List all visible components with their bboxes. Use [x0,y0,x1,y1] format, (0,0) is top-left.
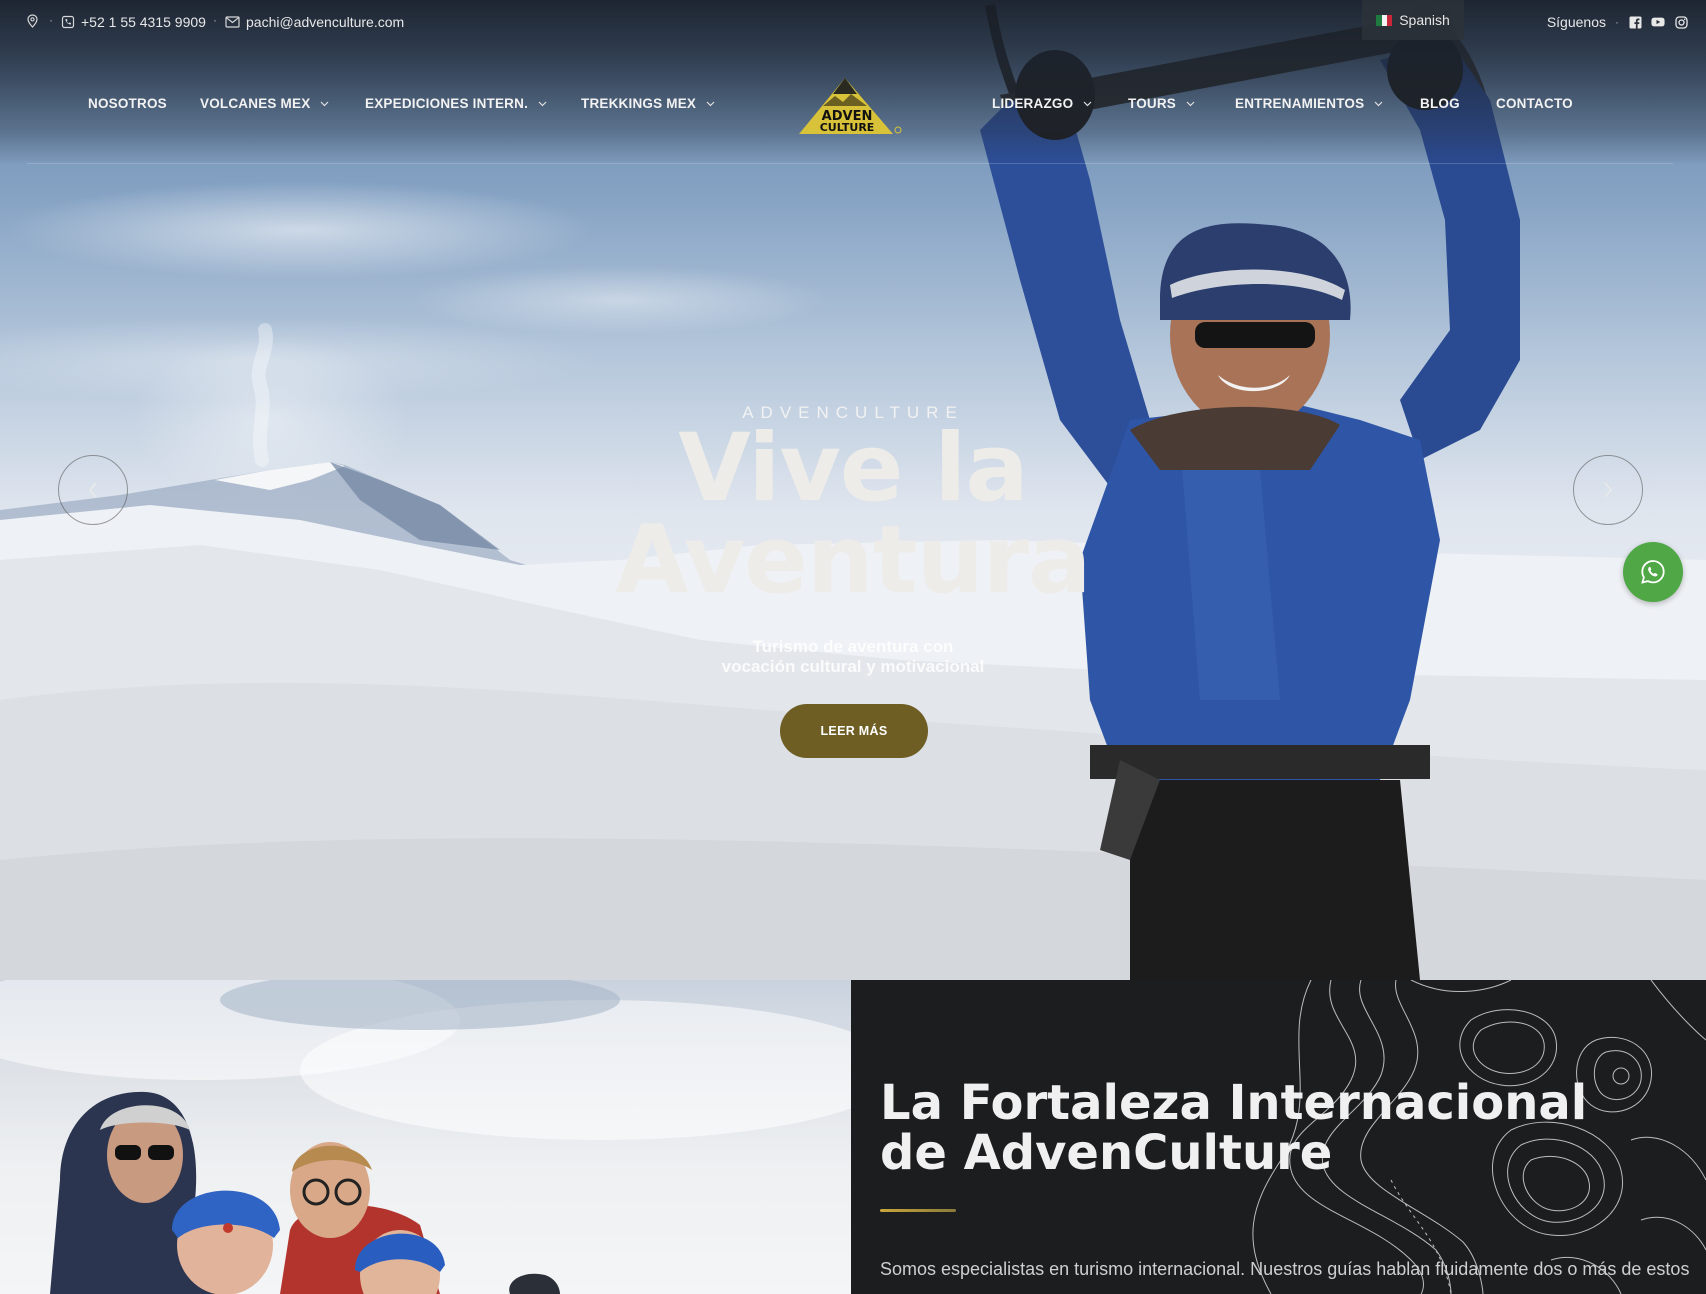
nav-item-nosotros[interactable]: NOSOTROS [88,96,167,111]
hero-subtitle: Turismo de aventura con vocación cultura… [653,637,1053,677]
title-underline [880,1209,956,1212]
nav-item-contacto[interactable]: CONTACTO [1496,96,1573,111]
nav-divider [27,163,1673,164]
instagram-icon[interactable] [1674,15,1688,29]
language-label: Spanish [1399,12,1450,28]
nav-label: EXPEDICIONES INTERN. [365,96,529,111]
slider-prev-button[interactable] [58,455,128,525]
chevron-down-icon [1374,101,1383,106]
headline-line-2: Aventura [615,506,1092,615]
mail-icon [225,16,240,28]
nav-item-entrenamientos[interactable]: ENTRENAMIENTOS [1235,96,1383,111]
separator-dot: · [213,13,217,27]
nav-label: TREKKINGS MEX [581,96,697,111]
top-bar: · +52 1 55 4315 9909 · pachi@advencultur… [0,0,1706,45]
subtitle-line-1: Turismo de aventura con [752,637,954,656]
nav-item-tours[interactable]: TOURS [1128,96,1195,111]
nav-item-trekkings-mex[interactable]: TREKKINGS MEX [581,96,715,111]
whatsapp-icon [1641,560,1665,584]
whatsapp-button[interactable] [1623,542,1683,602]
nav-label: BLOG [1420,96,1460,111]
phone-number: +52 1 55 4315 9909 [81,14,206,30]
phone-icon [61,15,75,29]
nav-item-volcanes-mex[interactable]: VOLCANES MEX [200,96,329,111]
about-text: Somos especialistas en turismo internaci… [880,1259,1690,1279]
chevron-right-icon [1604,482,1612,498]
hero-headline: Vive la Aventura [553,422,1153,608]
nav-label: CONTACTO [1496,96,1573,111]
mexico-flag-icon [1376,14,1393,26]
page: BlueWater · +52 1 55 4315 9909 · pachi@a… [0,0,1706,1294]
language-selector[interactable]: Spanish [1362,0,1464,40]
separator-dot: · [49,13,53,27]
chevron-down-icon [320,101,329,106]
nav-label: NOSOTROS [88,96,167,111]
social-links: Síguenos · [1547,14,1706,30]
youtube-icon[interactable] [1651,15,1665,29]
chevron-down-icon [1186,101,1195,106]
nav-label: ENTRENAMIENTOS [1235,96,1365,111]
chevron-down-icon [538,101,547,106]
location-icon[interactable] [26,14,39,28]
email-contact[interactable]: pachi@advenculture.com [225,14,404,30]
logo-text-bottom: CULTURE [820,121,875,134]
chevron-down-icon [706,101,715,106]
read-more-button[interactable]: LEER MÁS [780,704,928,758]
follow-label: Síguenos [1546,14,1606,30]
nav-item-blog[interactable]: BLOG [1420,96,1460,111]
subtitle-line-2: vocación cultural y motivacional [721,657,985,676]
nav-item-liderazgo[interactable]: LIDERAZGO [992,96,1092,111]
about-section: La Fortaleza Internacional de AdvenCultu… [851,980,1706,1294]
email-address: pachi@advenculture.com [246,14,405,30]
separator-dot: · [1615,15,1619,29]
facebook-icon[interactable] [1628,15,1642,29]
chevron-left-icon [89,482,97,498]
nav-label: TOURS [1128,96,1177,111]
phone-contact[interactable]: +52 1 55 4315 9909 [61,14,206,30]
nav-label: LIDERAZGO [992,96,1074,111]
advenculture-logo[interactable]: ADVEN CULTURE [797,76,905,136]
chevron-down-icon [1083,101,1092,106]
about-title: La Fortaleza Internacional de AdvenCultu… [880,1075,1588,1181]
slider-next-button[interactable] [1573,455,1643,525]
nav-item-expediciones[interactable]: EXPEDICIONES INTERN. [365,96,547,111]
nav-label: VOLCANES MEX [200,96,311,111]
team-photo [0,980,851,1294]
team-photo-image [0,980,851,1294]
